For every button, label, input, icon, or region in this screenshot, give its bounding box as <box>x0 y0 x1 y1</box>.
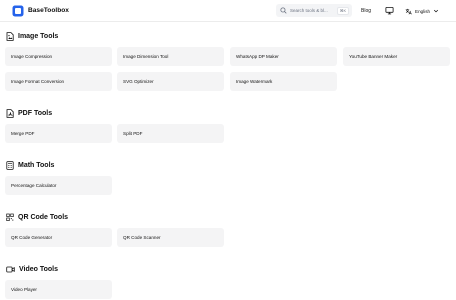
section-title-text: Image Tools <box>18 32 59 40</box>
language-selector[interactable]: English <box>405 5 439 17</box>
tool-card-image-compression[interactable]: Image Compression <box>5 47 112 66</box>
qr-code-icon <box>6 213 14 221</box>
pdf-file-icon <box>6 108 14 118</box>
blog-link[interactable]: Blog <box>361 5 371 17</box>
section-title-text: PDF Tools <box>18 109 53 117</box>
tool-card-qr-code-generator[interactable]: QR Code Generator <box>5 228 112 247</box>
logo-icon[interactable] <box>12 5 24 17</box>
section-title-video-tools: Video Tools <box>6 264 58 274</box>
tool-card-image-dimension-tool[interactable]: Image Dimension Tool <box>117 47 224 66</box>
search-shortcut: ⌘K <box>336 6 349 15</box>
theme-toggle-monitor-icon[interactable] <box>385 6 394 15</box>
tool-card-split-pdf[interactable]: Split PDF <box>117 124 224 143</box>
brand-name[interactable]: BaseToolbox <box>28 5 69 17</box>
tool-card-video-player[interactable]: Video Player <box>5 280 112 299</box>
search-icon <box>280 7 287 14</box>
section-title-text: Math Tools <box>18 161 55 169</box>
section-title-text: Video Tools <box>19 265 59 273</box>
section-title-math-tools: Math Tools <box>6 160 54 170</box>
translate-icon <box>405 8 412 14</box>
tool-card-image-format-conversion[interactable]: Image Format Conversion <box>5 72 112 91</box>
tool-card-percentage-calculator[interactable]: Percentage Calculator <box>5 176 112 195</box>
language-label: English <box>415 8 431 14</box>
calculator-icon <box>6 160 14 170</box>
tool-card-merge-pdf[interactable]: Merge PDF <box>5 124 112 143</box>
section-title-pdf-tools: PDF Tools <box>6 108 52 118</box>
tool-card-image-watermark[interactable]: Image Watermark <box>230 72 337 91</box>
search-placeholder: Search tools & bl... <box>290 8 328 13</box>
section-title-qr-code-tools: QR Code Tools <box>6 212 68 222</box>
top-navbar: BaseToolbox Search tools & bl... ⌘K Blog… <box>0 0 456 22</box>
image-file-icon <box>6 31 14 41</box>
tool-card-whatsapp-dp-maker[interactable]: WhatsApp DP Maker <box>230 47 337 66</box>
tool-card-qr-code-scanner[interactable]: QR Code Scanner <box>117 228 224 247</box>
section-title-text: QR Code Tools <box>18 213 69 221</box>
tool-card-svg-optimizer[interactable]: SVG Optimizer <box>117 72 224 91</box>
chevron-down-icon <box>434 9 439 13</box>
video-camera-icon <box>6 266 15 272</box>
section-title-image-tools: Image Tools <box>6 31 58 41</box>
search-input[interactable]: Search tools & bl... ⌘K <box>276 4 352 17</box>
tool-card-youtube-banner-maker[interactable]: YouTube Banner Maker <box>343 47 450 66</box>
